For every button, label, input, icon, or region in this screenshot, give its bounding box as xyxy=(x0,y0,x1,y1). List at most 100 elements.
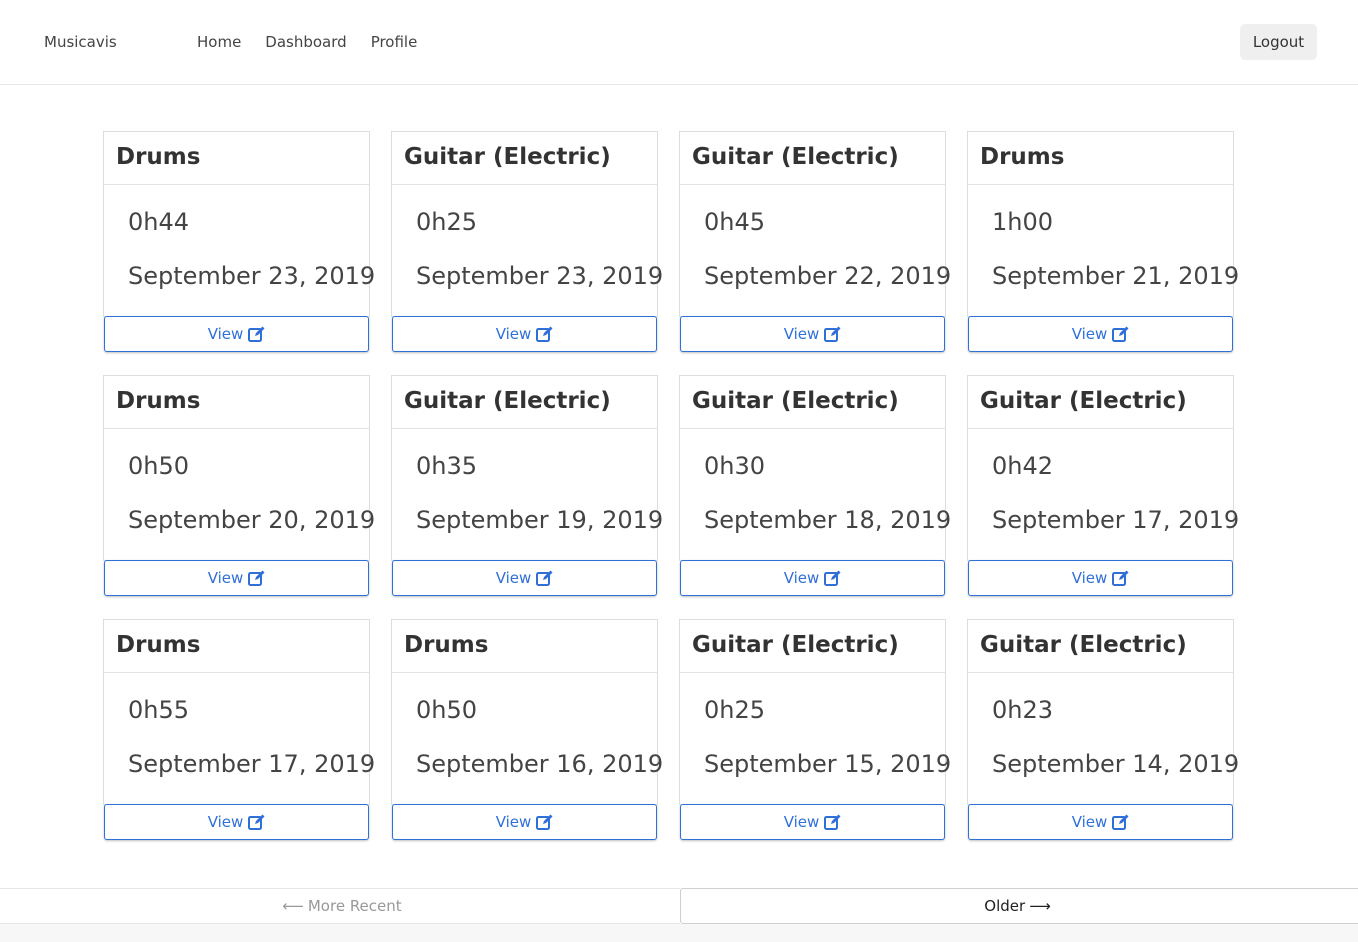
card-duration: 0h35 xyxy=(416,452,478,480)
card-body: Guitar (Electric) 0h30 September 18, 2019 xyxy=(679,375,951,561)
session-card: Drums 0h44 September 23, 2019 View xyxy=(103,131,375,352)
edit-icon xyxy=(248,570,265,586)
card-duration: 1h00 xyxy=(992,208,1054,236)
card-date: September 14, 2019 xyxy=(992,750,1240,778)
card-body: Guitar (Electric) 0h45 September 22, 2019 xyxy=(679,131,951,317)
card-date: September 21, 2019 xyxy=(992,262,1240,290)
view-button[interactable]: View xyxy=(680,316,945,352)
card-date: September 20, 2019 xyxy=(128,506,376,534)
session-card: Drums 1h00 September 21, 2019 View xyxy=(967,131,1239,352)
card-duration: 0h45 xyxy=(704,208,766,236)
view-button[interactable]: View xyxy=(104,804,369,840)
card-body: Guitar (Electric) 0h35 September 19, 2019 xyxy=(391,375,663,561)
card-date: September 17, 2019 xyxy=(128,750,376,778)
session-card: Drums 0h50 September 16, 2019 View xyxy=(391,619,663,840)
view-button[interactable]: View xyxy=(104,316,369,352)
card-date: September 15, 2019 xyxy=(704,750,952,778)
top-navbar: Musicavis Home Dashboard Profile Logout xyxy=(0,0,1358,85)
nav-links: Home Dashboard Profile xyxy=(197,33,441,51)
edit-icon xyxy=(1112,326,1129,342)
card-body: Drums 0h50 September 16, 2019 xyxy=(391,619,663,805)
card-body: Guitar (Electric) 0h23 September 14, 2019 xyxy=(967,619,1239,805)
session-card: Drums 0h55 September 17, 2019 View xyxy=(103,619,375,840)
edit-icon xyxy=(248,814,265,830)
edit-icon xyxy=(248,326,265,342)
view-label: View xyxy=(783,569,820,587)
card-duration: 0h50 xyxy=(128,452,190,480)
older-label: Older xyxy=(984,897,1026,915)
card-instrument: Guitar (Electric) xyxy=(968,376,1233,429)
view-button[interactable]: View xyxy=(392,560,657,596)
session-card: Guitar (Electric) 0h25 September 15, 2019 V… xyxy=(679,619,951,840)
view-label: View xyxy=(495,325,532,343)
session-card: Guitar (Electric) 0h42 September 17, 2019 V… xyxy=(967,375,1239,596)
view-label: View xyxy=(1071,813,1108,831)
card-body: Guitar (Electric) 0h42 September 17, 2019 xyxy=(967,375,1239,561)
card-date: September 17, 2019 xyxy=(992,506,1240,534)
card-duration: 0h23 xyxy=(992,696,1054,724)
edit-icon xyxy=(824,814,841,830)
card-instrument: Guitar (Electric) xyxy=(968,620,1233,673)
view-button[interactable]: View xyxy=(104,560,369,596)
edit-icon xyxy=(536,814,553,830)
card-instrument: Drums xyxy=(104,376,369,429)
card-instrument: Guitar (Electric) xyxy=(392,376,657,429)
card-duration: 0h25 xyxy=(416,208,478,236)
card-body: Guitar (Electric) 0h25 September 23, 2019 xyxy=(391,131,663,317)
view-button[interactable]: View xyxy=(680,804,945,840)
card-instrument: Guitar (Electric) xyxy=(680,376,945,429)
edit-icon xyxy=(1112,814,1129,830)
card-date: September 23, 2019 xyxy=(416,262,664,290)
card-instrument: Guitar (Electric) xyxy=(680,620,945,673)
session-card: Drums 0h50 September 20, 2019 View xyxy=(103,375,375,596)
card-body: Drums 1h00 September 21, 2019 xyxy=(967,131,1239,317)
view-label: View xyxy=(495,813,532,831)
view-button[interactable]: View xyxy=(392,316,657,352)
view-button[interactable]: View xyxy=(968,804,1233,840)
older-button[interactable]: Older ⟶ xyxy=(680,888,1358,924)
session-card: Guitar (Electric) 0h30 September 18, 2019 V… xyxy=(679,375,951,596)
edit-icon xyxy=(536,570,553,586)
brand-link[interactable]: Musicavis xyxy=(44,33,117,51)
more-recent-button: ⟵ More Recent xyxy=(0,888,680,924)
card-duration: 0h42 xyxy=(992,452,1054,480)
nav-link-profile[interactable]: Profile xyxy=(371,33,418,51)
card-body: Drums 0h55 September 17, 2019 xyxy=(103,619,375,805)
session-card: Guitar (Electric) 0h35 September 19, 2019 V… xyxy=(391,375,663,596)
arrow-left-icon: ⟵ xyxy=(282,897,304,915)
view-button[interactable]: View xyxy=(392,804,657,840)
view-label: View xyxy=(207,813,244,831)
card-body: Drums 0h50 September 20, 2019 xyxy=(103,375,375,561)
view-button[interactable]: View xyxy=(680,560,945,596)
card-date: September 19, 2019 xyxy=(416,506,664,534)
view-button[interactable]: View xyxy=(968,560,1233,596)
card-body: Guitar (Electric) 0h25 September 15, 2019 xyxy=(679,619,951,805)
nav-link-home[interactable]: Home xyxy=(197,33,241,51)
more-recent-label: More Recent xyxy=(307,897,402,915)
card-instrument: Guitar (Electric) xyxy=(680,132,945,185)
view-button[interactable]: View xyxy=(968,316,1233,352)
card-date: September 18, 2019 xyxy=(704,506,952,534)
card-duration: 0h25 xyxy=(704,696,766,724)
edit-icon xyxy=(824,570,841,586)
view-label: View xyxy=(207,569,244,587)
view-label: View xyxy=(495,569,532,587)
card-instrument: Guitar (Electric) xyxy=(392,132,657,185)
logout-button[interactable]: Logout xyxy=(1240,24,1317,60)
card-date: September 23, 2019 xyxy=(128,262,376,290)
card-instrument: Drums xyxy=(968,132,1233,185)
card-duration: 0h30 xyxy=(704,452,766,480)
edit-icon xyxy=(824,326,841,342)
nav-link-dashboard[interactable]: Dashboard xyxy=(265,33,346,51)
card-date: September 22, 2019 xyxy=(704,262,952,290)
view-label: View xyxy=(783,325,820,343)
card-date: September 16, 2019 xyxy=(416,750,664,778)
card-duration: 0h50 xyxy=(416,696,478,724)
card-body: Drums 0h44 September 23, 2019 xyxy=(103,131,375,317)
session-card: Guitar (Electric) 0h23 September 14, 2019 V… xyxy=(967,619,1239,840)
card-instrument: Drums xyxy=(392,620,657,673)
pagination: ⟵ More Recent Older ⟶ xyxy=(0,888,1358,924)
session-card: Guitar (Electric) 0h25 September 23, 2019 V… xyxy=(391,131,663,352)
card-duration: 0h44 xyxy=(128,208,190,236)
card-instrument: Drums xyxy=(104,132,369,185)
